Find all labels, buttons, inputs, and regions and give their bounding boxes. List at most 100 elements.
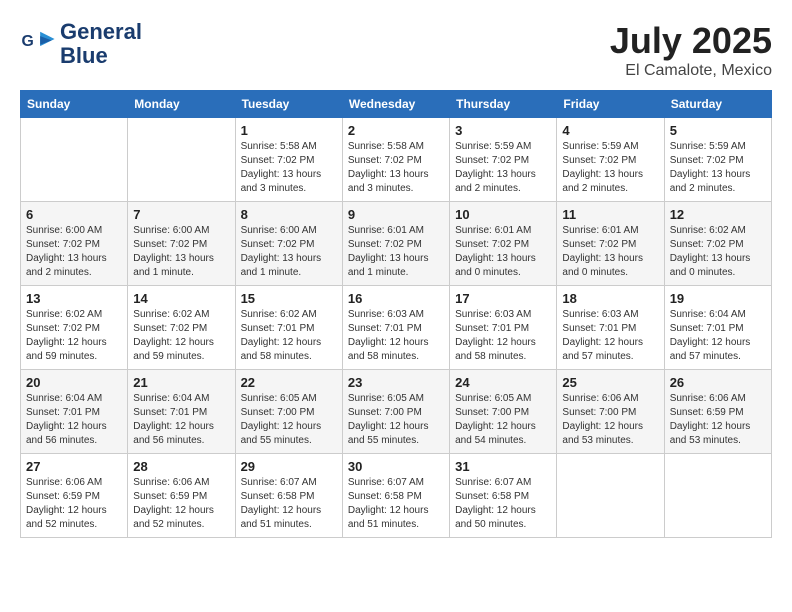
day-info: Sunrise: 6:06 AM Sunset: 7:00 PM Dayligh… [562, 392, 658, 448]
day-info: Sunrise: 6:03 AM Sunset: 7:01 PM Dayligh… [348, 308, 444, 364]
day-number: 15 [241, 291, 337, 306]
day-info: Sunrise: 6:02 AM Sunset: 7:01 PM Dayligh… [241, 308, 337, 364]
calendar-cell: 19 Sunrise: 6:04 AM Sunset: 7:01 PM Dayli… [664, 286, 771, 370]
day-info: Sunrise: 6:01 AM Sunset: 7:02 PM Dayligh… [455, 224, 551, 280]
weekday-friday: Friday [557, 91, 664, 118]
calendar-week-2: 6 Sunrise: 6:00 AM Sunset: 7:02 PM Daylig… [21, 202, 772, 286]
calendar-cell: 26 Sunrise: 6:06 AM Sunset: 6:59 PM Dayli… [664, 370, 771, 454]
day-number: 28 [133, 459, 229, 474]
day-number: 17 [455, 291, 551, 306]
calendar-cell [128, 118, 235, 202]
day-info: Sunrise: 6:00 AM Sunset: 7:02 PM Dayligh… [133, 224, 229, 280]
calendar-cell: 11 Sunrise: 6:01 AM Sunset: 7:02 PM Dayli… [557, 202, 664, 286]
title-block: July 2025 El Camalote, Mexico [610, 20, 772, 80]
calendar-cell: 24 Sunrise: 6:05 AM Sunset: 7:00 PM Dayli… [450, 370, 557, 454]
day-info: Sunrise: 6:05 AM Sunset: 7:00 PM Dayligh… [348, 392, 444, 448]
calendar-cell: 16 Sunrise: 6:03 AM Sunset: 7:01 PM Dayli… [342, 286, 449, 370]
day-number: 30 [348, 459, 444, 474]
calendar-cell: 8 Sunrise: 6:00 AM Sunset: 7:02 PM Daylig… [235, 202, 342, 286]
logo-line2: Blue [60, 44, 142, 68]
day-info: Sunrise: 5:59 AM Sunset: 7:02 PM Dayligh… [455, 140, 551, 196]
day-info: Sunrise: 5:58 AM Sunset: 7:02 PM Dayligh… [241, 140, 337, 196]
calendar-cell: 18 Sunrise: 6:03 AM Sunset: 7:01 PM Dayli… [557, 286, 664, 370]
day-info: Sunrise: 6:00 AM Sunset: 7:02 PM Dayligh… [241, 224, 337, 280]
calendar-cell: 7 Sunrise: 6:00 AM Sunset: 7:02 PM Daylig… [128, 202, 235, 286]
day-info: Sunrise: 6:04 AM Sunset: 7:01 PM Dayligh… [670, 308, 766, 364]
svg-text:G: G [21, 33, 33, 50]
calendar-cell: 20Sunrise: 6:04 AM Sunset: 7:01 PM Dayli… [21, 370, 128, 454]
day-number: 24 [455, 375, 551, 390]
calendar-table: SundayMondayTuesdayWednesdayThursdayFrid… [20, 90, 772, 538]
day-number: 14 [133, 291, 229, 306]
calendar-cell [664, 454, 771, 538]
day-number: 18 [562, 291, 658, 306]
day-number: 1 [241, 123, 337, 138]
calendar-cell [21, 118, 128, 202]
calendar-cell: 12 Sunrise: 6:02 AM Sunset: 7:02 PM Dayli… [664, 202, 771, 286]
calendar-cell: 30 Sunrise: 6:07 AM Sunset: 6:58 PM Dayli… [342, 454, 449, 538]
day-info: Sunrise: 6:02 AM Sunset: 7:02 PM Dayligh… [26, 308, 122, 364]
day-info: Sunrise: 6:06 AM Sunset: 6:59 PM Dayligh… [133, 476, 229, 532]
day-number: 11 [562, 207, 658, 222]
day-number: 13 [26, 291, 122, 306]
day-number: 12 [670, 207, 766, 222]
page-header: G General Blue July 2025 El Camalote, Me… [20, 20, 772, 80]
calendar-cell: 31Sunrise: 6:07 AM Sunset: 6:58 PM Dayli… [450, 454, 557, 538]
day-number: 10 [455, 207, 551, 222]
day-number: 25 [562, 375, 658, 390]
day-info: Sunrise: 5:58 AM Sunset: 7:02 PM Dayligh… [348, 140, 444, 196]
logo: G General Blue [20, 20, 142, 68]
day-info: Sunrise: 6:01 AM Sunset: 7:02 PM Dayligh… [562, 224, 658, 280]
day-info: Sunrise: 5:59 AM Sunset: 7:02 PM Dayligh… [670, 140, 766, 196]
day-number: 6 [26, 207, 122, 222]
month-title: July 2025 [610, 20, 772, 62]
day-number: 4 [562, 123, 658, 138]
day-info: Sunrise: 6:01 AM Sunset: 7:02 PM Dayligh… [348, 224, 444, 280]
calendar-body: 1 Sunrise: 5:58 AM Sunset: 7:02 PM Daylig… [21, 118, 772, 538]
day-number: 2 [348, 123, 444, 138]
calendar-cell: 10 Sunrise: 6:01 AM Sunset: 7:02 PM Dayli… [450, 202, 557, 286]
day-number: 19 [670, 291, 766, 306]
day-number: 16 [348, 291, 444, 306]
day-info: Sunrise: 6:04 AM Sunset: 7:01 PM Dayligh… [133, 392, 229, 448]
day-number: 31 [455, 459, 551, 474]
logo-icon: G [20, 26, 56, 62]
weekday-monday: Monday [128, 91, 235, 118]
day-number: 8 [241, 207, 337, 222]
day-info: Sunrise: 6:00 AM Sunset: 7:02 PM Dayligh… [26, 224, 122, 280]
logo-text: General Blue [60, 20, 142, 68]
logo-line1: General [60, 20, 142, 44]
location: El Camalote, Mexico [610, 62, 772, 80]
day-number: 26 [670, 375, 766, 390]
day-info: Sunrise: 6:06 AM Sunset: 6:59 PM Dayligh… [670, 392, 766, 448]
day-info: Sunrise: 6:02 AM Sunset: 7:02 PM Dayligh… [670, 224, 766, 280]
calendar-cell: 9Sunrise: 6:01 AM Sunset: 7:02 PM Daylig… [342, 202, 449, 286]
day-info: Sunrise: 6:03 AM Sunset: 7:01 PM Dayligh… [455, 308, 551, 364]
day-number: 23 [348, 375, 444, 390]
calendar-cell: 17 Sunrise: 6:03 AM Sunset: 7:01 PM Dayli… [450, 286, 557, 370]
calendar-cell [557, 454, 664, 538]
calendar-cell: 27 Sunrise: 6:06 AM Sunset: 6:59 PM Dayli… [21, 454, 128, 538]
calendar-cell: 14Sunrise: 6:02 AM Sunset: 7:02 PM Dayli… [128, 286, 235, 370]
calendar-cell: 28 Sunrise: 6:06 AM Sunset: 6:59 PM Dayli… [128, 454, 235, 538]
day-number: 29 [241, 459, 337, 474]
day-info: Sunrise: 6:03 AM Sunset: 7:01 PM Dayligh… [562, 308, 658, 364]
calendar-cell: 29 Sunrise: 6:07 AM Sunset: 6:58 PM Dayli… [235, 454, 342, 538]
calendar-cell: 13 Sunrise: 6:02 AM Sunset: 7:02 PM Dayli… [21, 286, 128, 370]
weekday-header-row: SundayMondayTuesdayWednesdayThursdayFrid… [21, 91, 772, 118]
calendar-cell: 22Sunrise: 6:05 AM Sunset: 7:00 PM Dayli… [235, 370, 342, 454]
day-number: 7 [133, 207, 229, 222]
day-info: Sunrise: 6:06 AM Sunset: 6:59 PM Dayligh… [26, 476, 122, 532]
calendar-cell: 6 Sunrise: 6:00 AM Sunset: 7:02 PM Daylig… [21, 202, 128, 286]
calendar-cell: 3Sunrise: 5:59 AM Sunset: 7:02 PM Daylig… [450, 118, 557, 202]
day-number: 20 [26, 375, 122, 390]
calendar-week-5: 27 Sunrise: 6:06 AM Sunset: 6:59 PM Dayli… [21, 454, 772, 538]
day-info: Sunrise: 6:05 AM Sunset: 7:00 PM Dayligh… [455, 392, 551, 448]
calendar-week-4: 20 Sunrise: 6:04 AM Sunset: 7:01 PM Dayli… [21, 370, 772, 454]
day-number: 27 [26, 459, 122, 474]
weekday-thursday: Thursday [450, 91, 557, 118]
day-number: 21 [133, 375, 229, 390]
day-info: Sunrise: 6:07 AM Sunset: 6:58 PM Dayligh… [241, 476, 337, 532]
calendar-cell: 21 Sunrise: 6:04 AM Sunset: 7:01 PM Dayli… [128, 370, 235, 454]
day-info: Sunrise: 6:07 AM Sunset: 6:58 PM Dayligh… [348, 476, 444, 532]
